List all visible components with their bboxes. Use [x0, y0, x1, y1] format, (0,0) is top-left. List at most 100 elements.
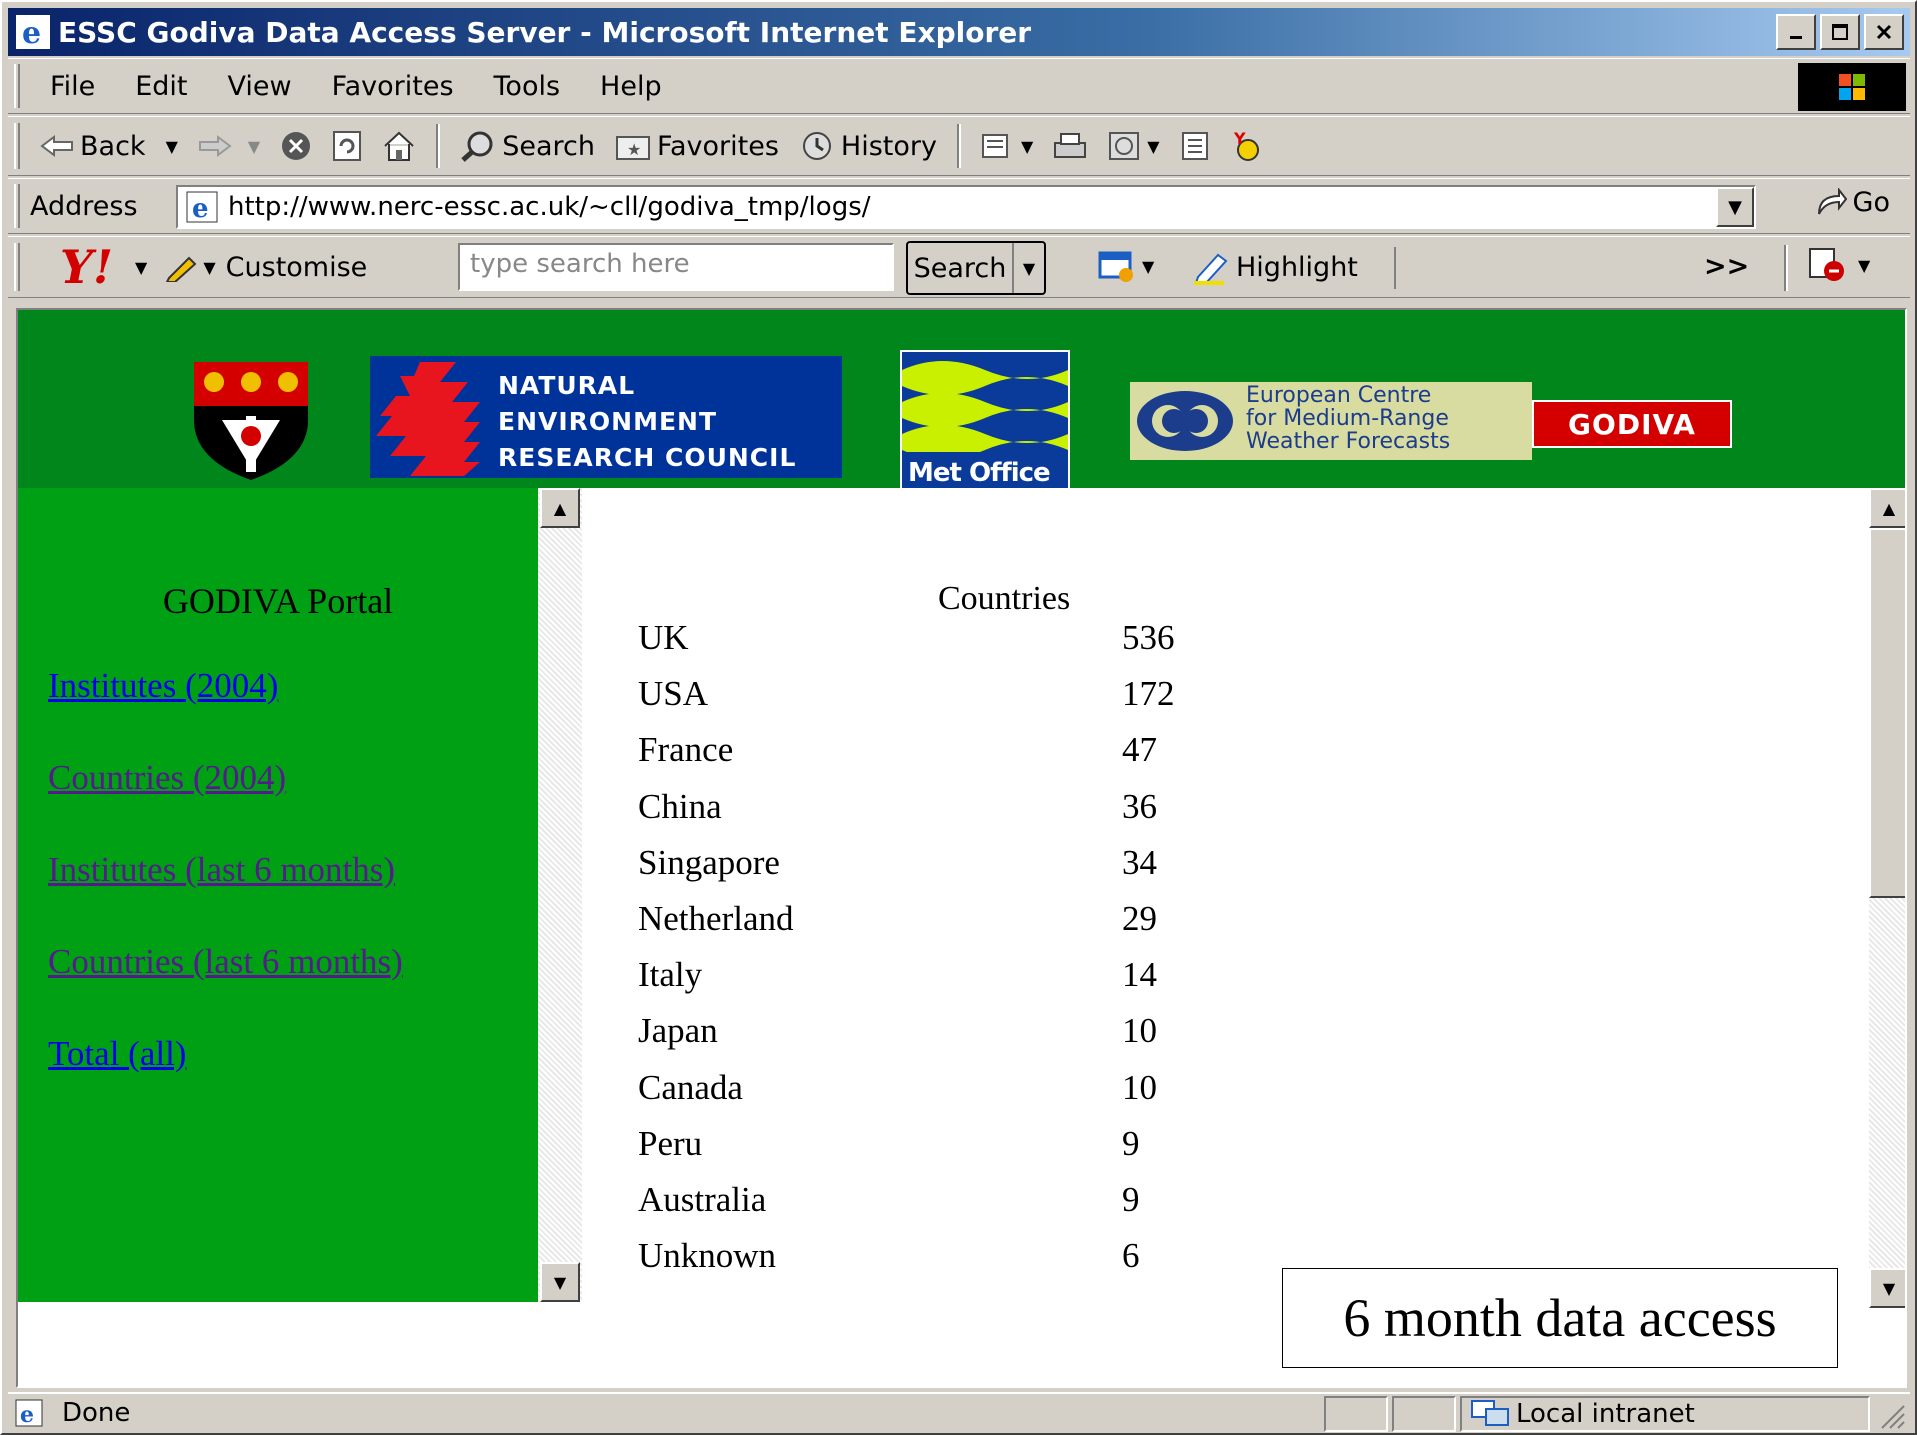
search-icon — [461, 131, 493, 162]
arrow-up-icon: ▲ — [553, 498, 567, 518]
go-arrow-icon — [1817, 187, 1847, 214]
scroll-up-button[interactable]: ▲ — [540, 488, 580, 528]
yahoo-logo[interactable]: Y! — [60, 240, 113, 294]
country-name: Japan — [638, 1011, 718, 1051]
country-name: Italy — [638, 955, 703, 995]
print-icon — [1054, 133, 1087, 158]
chevron-down-icon: ▼ — [1020, 136, 1034, 156]
edit-button[interactable]: ▼ — [1107, 130, 1160, 162]
logo-banner: NATURAL ENVIRONMENT RESEARCH COUNCIL Met… — [18, 310, 1905, 490]
mail-button[interactable]: ▼ — [981, 131, 1033, 161]
discuss-button[interactable] — [1180, 130, 1210, 162]
access-count: 536 — [1122, 618, 1175, 657]
back-arrow-icon — [40, 135, 73, 157]
menu-file[interactable]: File — [50, 71, 95, 102]
nav-scrollbar[interactable]: ▲ ▼ — [538, 488, 582, 1302]
access-count: 10 — [1122, 1067, 1157, 1107]
arrow-down-icon: ▼ — [553, 1272, 567, 1292]
refresh-button[interactable] — [332, 130, 362, 162]
yahoo-search-button[interactable]: Search ▼ — [906, 241, 1046, 295]
history-button[interactable]: History — [799, 130, 937, 162]
country-name: Singapore — [638, 842, 780, 882]
menu-help[interactable]: Help — [600, 71, 662, 102]
ie-page-icon: e — [186, 191, 218, 223]
maximize-button[interactable] — [1820, 14, 1860, 50]
chevron-down-icon: ▼ — [1142, 256, 1155, 276]
scroll-thumb[interactable] — [1869, 528, 1905, 898]
scroll-down-button[interactable]: ▼ — [540, 1262, 580, 1302]
access-count: 14 — [1122, 955, 1157, 995]
menu-edit[interactable]: Edit — [135, 71, 187, 102]
nav-link-institutes-2004[interactable]: Institutes (2004) — [48, 666, 278, 706]
svg-text:e: e — [20, 1402, 34, 1428]
nav-link-countries-2004[interactable]: Countries (2004) — [48, 758, 286, 798]
search-button[interactable]: Search — [460, 130, 595, 162]
nav-link-institutes-6-months[interactable]: Institutes (last 6 months) — [48, 850, 395, 890]
ie-page-icon: e — [15, 1399, 43, 1428]
godiva-logo: GODIVA — [1532, 400, 1732, 448]
print-button[interactable] — [1053, 131, 1087, 161]
browser-window: e ESSC Godiva Data Access Server - Micro… — [0, 0, 1917, 1435]
menu-view[interactable]: View — [227, 71, 291, 102]
highlight-button[interactable]: Highlight — [1192, 249, 1358, 285]
chevron-down-icon: ▼ — [1728, 196, 1742, 218]
country-name: Netherland — [638, 899, 794, 938]
main-scrollbar[interactable]: ▲ ▼ — [1869, 488, 1905, 1308]
scroll-up-button[interactable]: ▲ — [1869, 488, 1905, 528]
resize-grip-icon[interactable] — [1876, 1400, 1906, 1430]
ecmwf-line-3: Weather Forecasts — [1246, 429, 1451, 454]
customise-button[interactable]: ▼ Customise — [165, 252, 367, 283]
maximize-icon — [1832, 24, 1848, 40]
nerc-chevron-icon — [376, 362, 480, 476]
highlighter-icon — [1194, 253, 1228, 285]
access-count: 34 — [1122, 842, 1157, 882]
nerc-line-3: RESEARCH COUNCIL — [498, 443, 797, 472]
go-button[interactable]: Go — [1815, 187, 1890, 218]
menu-bar: File Edit View Favorites Tools Help — [8, 58, 1910, 114]
access-count: 6 — [1122, 1236, 1140, 1276]
svg-text:e: e — [192, 194, 209, 223]
address-dropdown-button[interactable]: ▼ — [1716, 187, 1754, 227]
forward-button[interactable]: ▼ — [198, 135, 260, 157]
home-button[interactable] — [382, 130, 416, 162]
chevron-down-icon[interactable]: ▼ — [248, 137, 260, 156]
stop-button[interactable] — [280, 130, 312, 162]
access-count: 47 — [1122, 730, 1157, 770]
forward-arrow-icon — [198, 135, 232, 157]
chevron-down-icon: ▼ — [1147, 136, 1160, 156]
close-button[interactable] — [1864, 14, 1904, 50]
ecmwf-line-1: European Centre — [1246, 383, 1432, 408]
chevron-down-icon[interactable]: ▼ — [1012, 243, 1044, 293]
country-name: UK — [638, 618, 689, 657]
menu-favorites[interactable]: Favorites — [332, 71, 454, 102]
caption-box: 6 month data access — [1282, 1268, 1838, 1368]
title-bar: e ESSC Godiva Data Access Server - Micro… — [8, 8, 1910, 56]
messenger-button[interactable]: Y — [1230, 130, 1264, 162]
met-office-wave-icon — [902, 361, 1068, 459]
yahoo-mail-button[interactable]: ▼ — [1098, 249, 1154, 283]
access-count: 9 — [1122, 1123, 1140, 1163]
minimize-icon — [1790, 36, 1802, 39]
yahoo-mail-icon — [1098, 251, 1133, 282]
nav-link-total-all[interactable]: Total (all) — [48, 1034, 186, 1074]
zone-pane: Local intranet — [1460, 1396, 1870, 1432]
toolbar-more-button[interactable]: >> — [1704, 251, 1749, 282]
chevron-down-icon[interactable]: ▼ — [135, 258, 147, 277]
favorites-button[interactable]: ★ Favorites — [615, 131, 779, 162]
arrow-up-icon: ▲ — [1882, 498, 1896, 518]
country-name: Unknown — [638, 1236, 777, 1276]
ecmwf-logo: European Centre for Medium-Range Weather… — [1130, 382, 1532, 460]
address-input[interactable]: e http://www.nerc-essc.ac.uk/~cll/godiva… — [176, 185, 1756, 229]
refresh-icon — [333, 131, 362, 161]
stop-icon — [282, 132, 311, 160]
country-name: Australia — [638, 1180, 767, 1219]
pdf-button[interactable]: ▼ — [1808, 247, 1870, 283]
chevron-down-icon[interactable]: ▼ — [166, 137, 178, 156]
nav-link-countries-6-months[interactable]: Countries (last 6 months) — [48, 942, 403, 982]
windows-logo-icon — [1798, 63, 1906, 111]
scroll-down-button[interactable]: ▼ — [1869, 1268, 1905, 1308]
back-button[interactable]: Back ▼ — [40, 131, 178, 162]
yahoo-search-input[interactable]: type search here — [458, 243, 894, 291]
minimize-button[interactable] — [1776, 14, 1816, 50]
menu-tools[interactable]: Tools — [494, 71, 561, 102]
